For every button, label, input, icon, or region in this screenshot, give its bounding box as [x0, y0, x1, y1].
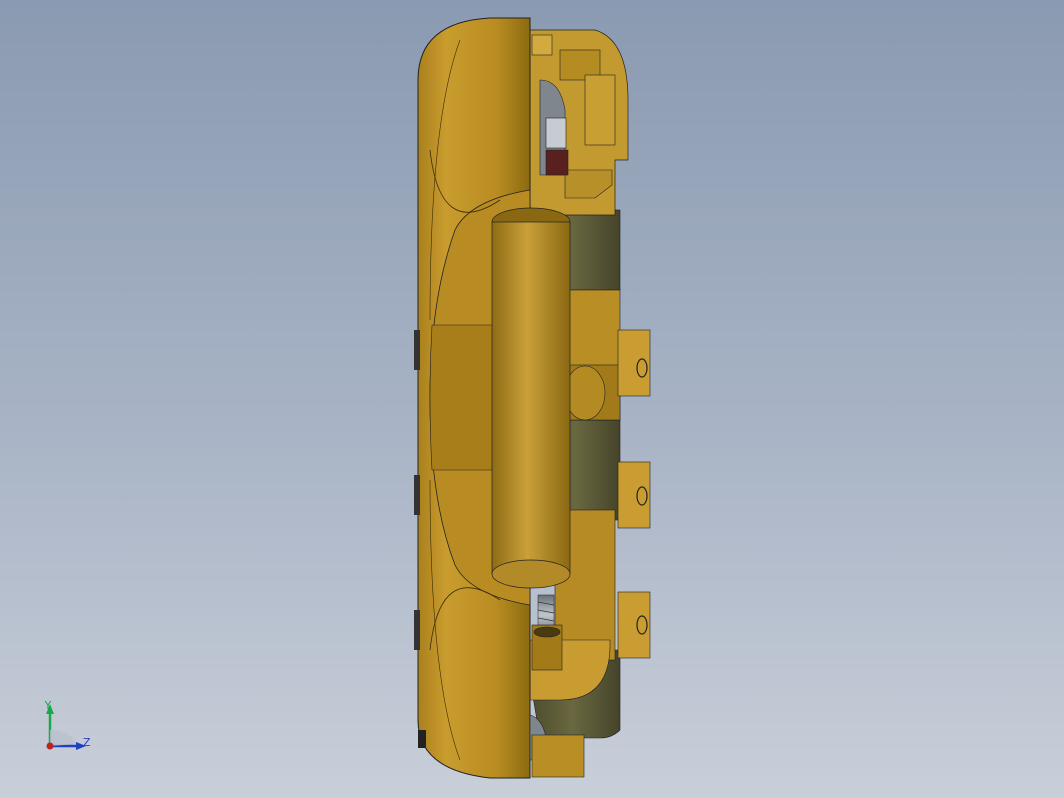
z-axis-label: Z — [83, 736, 91, 749]
triad-origin — [46, 742, 54, 750]
handle-rod — [491, 207, 571, 589]
tab-lower — [617, 591, 651, 659]
y-axis-label: Y — [44, 700, 52, 712]
tab-upper — [617, 329, 651, 397]
cad-model-view[interactable] — [0, 0, 1064, 798]
mounting-tabs — [617, 329, 651, 659]
top-housing — [524, 29, 629, 216]
graphics-viewport[interactable]: Y Z — [0, 0, 1064, 798]
triad-plane — [50, 730, 76, 746]
coordinate-triad: Y Z — [44, 700, 91, 750]
tab-middle — [617, 461, 651, 529]
